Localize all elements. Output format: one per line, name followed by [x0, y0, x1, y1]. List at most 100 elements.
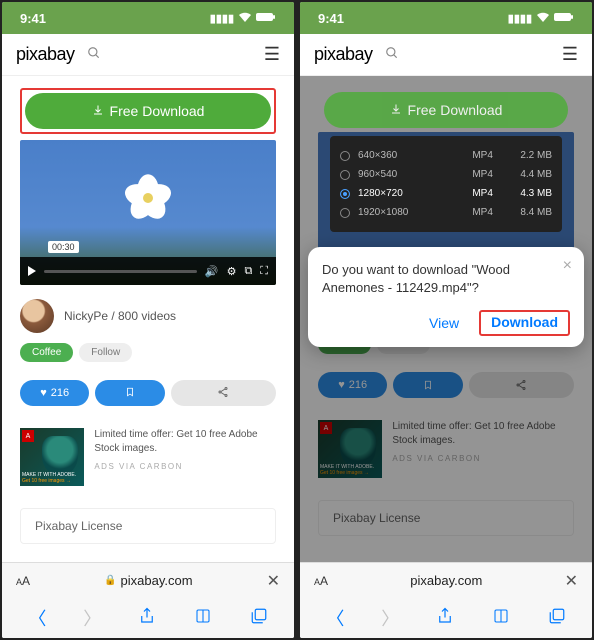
search-icon[interactable]: [87, 46, 101, 63]
tabs-icon[interactable]: [250, 607, 268, 630]
app-header: pixabay ☰: [2, 34, 294, 76]
domain-text: pixabay.com: [121, 573, 193, 588]
status-time: 9:41: [20, 11, 46, 26]
video-thumbnail: [118, 168, 178, 228]
resolution-picker[interactable]: 640×360 MP4 2.2 MB 960×540 MP4 4.4 MB 12…: [330, 136, 562, 232]
resolution-size: 4.4 MB: [520, 169, 552, 180]
resolution-option[interactable]: 640×360 MP4 2.2 MB: [340, 146, 552, 165]
like-button[interactable]: ♥ 216: [20, 380, 89, 406]
logo[interactable]: pixabay: [314, 44, 373, 65]
radio-icon: [340, 170, 350, 180]
free-download-button: Free Download: [324, 92, 568, 128]
back-icon[interactable]: 〈: [28, 605, 46, 631]
resolution-size: 4.3 MB: [520, 188, 552, 199]
settings-icon[interactable]: ⚙: [227, 265, 237, 278]
menu-icon[interactable]: ☰: [562, 44, 578, 65]
stop-reload-icon[interactable]: ✕: [267, 571, 280, 591]
download-label: Free Download: [110, 103, 205, 119]
progress-bar[interactable]: [44, 270, 197, 273]
view-button[interactable]: View: [419, 309, 469, 337]
bookmarks-icon[interactable]: [193, 608, 213, 629]
pip-icon[interactable]: ⧉: [244, 265, 252, 278]
video-player[interactable]: 00:30 🔊 ⚙ ⧉ ⛶: [20, 140, 276, 285]
download-icon: [92, 103, 104, 119]
highlight-box: Free Download: [20, 88, 276, 134]
forward-icon[interactable]: 〉: [83, 605, 101, 631]
reader-button[interactable]: AA: [314, 574, 328, 588]
volume-icon[interactable]: 🔊: [205, 265, 219, 278]
battery-icon: [554, 12, 574, 25]
ad-badge: A: [22, 430, 34, 442]
free-download-button[interactable]: Free Download: [25, 93, 271, 129]
resolution-option[interactable]: 1920×1080 MP4 8.4 MB: [340, 203, 552, 222]
fullscreen-icon[interactable]: ⛶: [260, 265, 268, 278]
resolution-option[interactable]: 960×540 MP4 4.4 MB: [340, 165, 552, 184]
heart-icon: ♥: [40, 387, 47, 399]
download-icon: [390, 102, 402, 118]
share-icon: [217, 386, 229, 401]
status-bar: 9:41 ▮▮▮▮: [2, 2, 294, 34]
url-display[interactable]: pixabay.com: [338, 573, 555, 588]
resolution-dim: 960×540: [358, 169, 464, 180]
resolution-size: 8.4 MB: [520, 207, 552, 218]
menu-icon[interactable]: ☰: [264, 44, 280, 65]
reader-button[interactable]: AA: [16, 574, 30, 588]
share-sheet-icon[interactable]: [436, 606, 454, 631]
close-icon[interactable]: ×: [563, 257, 572, 275]
page-content: Free Download 00:30 🔊 ⚙ ⧉ ⛶: [2, 76, 294, 562]
dialog-actions: View Download: [322, 309, 570, 337]
resolution-option[interactable]: 1280×720 MP4 4.3 MB: [340, 184, 552, 203]
avatar[interactable]: [20, 299, 54, 333]
like-count: 216: [51, 387, 69, 399]
tag-row: Coffee Follow: [20, 343, 276, 362]
domain-text: pixabay.com: [410, 573, 482, 588]
ad-block[interactable]: A MAKE IT WITH ADOBE. Get 10 free images…: [20, 428, 276, 486]
tabs-icon[interactable]: [548, 607, 566, 630]
safari-address-bar[interactable]: AA pixabay.com ✕: [300, 562, 592, 598]
share-sheet-icon[interactable]: [138, 606, 156, 631]
wifi-icon: [536, 12, 550, 25]
status-time: 9:41: [318, 11, 344, 26]
radio-icon: [340, 151, 350, 161]
bookmark-button[interactable]: [95, 380, 164, 406]
resolution-dim: 1920×1080: [358, 207, 464, 218]
lock-icon: 🔒: [104, 575, 116, 586]
play-icon[interactable]: [28, 266, 36, 276]
license-section: Pixabay License: [20, 508, 276, 544]
radio-icon-selected: [340, 189, 350, 199]
app-header: pixabay ☰: [300, 34, 592, 76]
stop-reload-icon[interactable]: ✕: [565, 571, 578, 591]
download-label: Free Download: [408, 102, 503, 118]
logo[interactable]: pixabay: [16, 44, 75, 65]
forward-icon[interactable]: 〉: [381, 605, 399, 631]
share-button[interactable]: [171, 380, 276, 406]
resolution-dim: 640×360: [358, 150, 464, 161]
download-dialog: × Do you want to download "Wood Anemones…: [308, 247, 584, 347]
status-bar: 9:41 ▮▮▮▮: [300, 2, 592, 34]
dialog-message: Do you want to download "Wood Anemones -…: [322, 261, 570, 297]
wifi-icon: [238, 12, 252, 25]
phone-left: 9:41 ▮▮▮▮ pixabay ☰ Free Download: [2, 2, 294, 638]
download-confirm-button[interactable]: Download: [483, 310, 566, 334]
signal-icon: ▮▮▮▮: [210, 12, 234, 25]
bookmarks-icon[interactable]: [491, 608, 511, 629]
tag-coffee[interactable]: Coffee: [20, 343, 73, 362]
ad-text: Limited time offer: Get 10 free Adobe St…: [94, 428, 276, 456]
url-display[interactable]: 🔒 pixabay.com: [40, 573, 257, 588]
safari-toolbar: 〈 〉: [300, 598, 592, 638]
ad-overlay-2: Get 10 free images →: [22, 479, 82, 485]
phone-right: 9:41 ▮▮▮▮ pixabay ☰ NickyPe / 800 videos…: [300, 2, 592, 638]
status-icons: ▮▮▮▮: [508, 12, 574, 25]
safari-address-bar[interactable]: AA 🔒 pixabay.com ✕: [2, 562, 294, 598]
video-controls[interactable]: 🔊 ⚙ ⧉ ⛶: [20, 257, 276, 285]
follow-button[interactable]: Follow: [79, 343, 132, 362]
back-icon[interactable]: 〈: [326, 605, 344, 631]
safari-toolbar: 〈 〉: [2, 598, 294, 638]
uploader-text[interactable]: NickyPe / 800 videos: [64, 309, 176, 323]
resolution-fmt: MP4: [472, 207, 512, 218]
resolution-size: 2.2 MB: [520, 150, 552, 161]
video-duration: 00:30: [48, 241, 79, 253]
bookmark-icon: [125, 386, 135, 401]
search-icon[interactable]: [385, 46, 399, 63]
radio-icon: [340, 208, 350, 218]
